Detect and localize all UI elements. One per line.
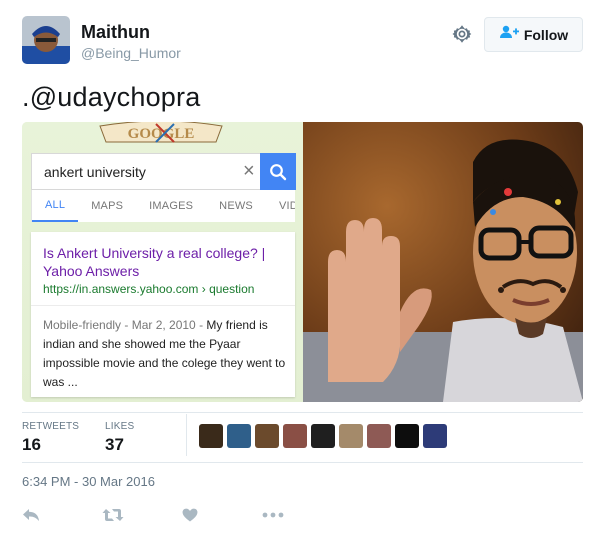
- liker-avatar[interactable]: [339, 424, 363, 448]
- close-icon[interactable]: ×: [243, 160, 255, 183]
- follow-button[interactable]: Follow: [484, 17, 583, 52]
- liker-avatar[interactable]: [283, 424, 307, 448]
- tab-images[interactable]: IMAGES: [136, 190, 206, 222]
- liker-avatar[interactable]: [199, 424, 223, 448]
- tab-news[interactable]: NEWS: [206, 190, 266, 222]
- divider: [22, 412, 583, 413]
- tab-all[interactable]: ALL: [32, 190, 79, 222]
- tab-videos[interactable]: VID: [266, 190, 295, 222]
- likes-label[interactable]: LIKES: [105, 421, 134, 432]
- tweet-text[interactable]: .@udaychopra: [22, 82, 200, 113]
- retweet-icon[interactable]: [102, 504, 182, 526]
- liker-avatars: [199, 424, 447, 448]
- liker-avatar[interactable]: [311, 424, 335, 448]
- add-user-icon: [499, 25, 519, 44]
- liker-avatar[interactable]: [395, 424, 419, 448]
- result-url: https://in.answers.yahoo.com › question: [43, 282, 255, 296]
- search-result-card: Is Ankert University a real college? | Y…: [31, 232, 295, 397]
- divider: [22, 462, 583, 463]
- google-doodle: GOOGLE: [96, 122, 226, 144]
- tweet-timestamp[interactable]: 6:34 PM - 30 Mar 2016: [22, 474, 155, 489]
- liker-avatar[interactable]: [255, 424, 279, 448]
- search-query: ankert university: [44, 164, 146, 180]
- search-button[interactable]: [260, 153, 296, 190]
- tab-maps[interactable]: MAPS: [78, 190, 136, 222]
- gear-icon[interactable]: [452, 24, 472, 44]
- reply-icon[interactable]: [22, 504, 102, 526]
- google-search-screenshot: GOOGLE ankert university × ALL MAPS IMAG…: [22, 122, 303, 402]
- likes-count[interactable]: 37: [105, 435, 124, 455]
- tweet-actions: [22, 504, 342, 526]
- user-handle[interactable]: @Being_Humor: [81, 45, 181, 61]
- retweets-label[interactable]: RETWEETS: [22, 421, 79, 432]
- liker-avatar[interactable]: [367, 424, 391, 448]
- result-snippet: Mobile-friendly - Mar 2, 2010 - My frien…: [43, 316, 288, 392]
- liker-avatar[interactable]: [227, 424, 251, 448]
- divider: [31, 305, 295, 306]
- photo-man-waving: [303, 122, 583, 402]
- retweets-count[interactable]: 16: [22, 435, 41, 455]
- user-name[interactable]: Maithun: [81, 22, 150, 43]
- result-title-link[interactable]: Is Ankert University a real college? | Y…: [43, 244, 288, 280]
- divider: [186, 414, 187, 456]
- result-meta: Mobile-friendly - Mar 2, 2010 -: [43, 318, 207, 332]
- like-icon[interactable]: [182, 504, 262, 526]
- follow-button-label: Follow: [523, 26, 569, 43]
- search-input[interactable]: ankert university ×: [31, 153, 295, 190]
- search-tabs: ALL MAPS IMAGES NEWS VID: [31, 190, 295, 222]
- search-icon: [270, 163, 287, 180]
- liker-avatar[interactable]: [423, 424, 447, 448]
- more-icon[interactable]: [262, 504, 342, 526]
- tweet-media[interactable]: GOOGLE ankert university × ALL MAPS IMAG…: [22, 122, 583, 402]
- user-avatar[interactable]: [22, 16, 70, 64]
